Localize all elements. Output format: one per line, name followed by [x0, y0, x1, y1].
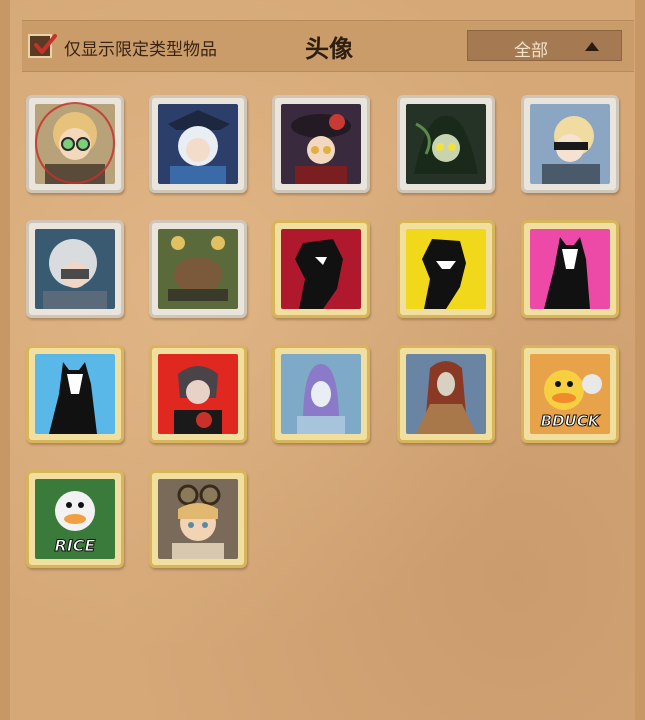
- check-icon: [34, 34, 57, 54]
- avatar-blindfold-glasses-icon: [530, 104, 610, 184]
- avatar-joker-crimson-icon: [281, 229, 361, 309]
- avatar-red-flower-hat-icon: [281, 104, 361, 184]
- category-dropdown[interactable]: 全部: [467, 30, 622, 61]
- header-bar: 仅显示限定类型物品 头像 全部: [22, 20, 634, 72]
- caret-up-icon: [585, 42, 599, 51]
- avatar-tile[interactable]: [149, 470, 247, 568]
- avatar-goggles-girl-icon: [158, 479, 238, 559]
- avatar-white-hair-tricorn-icon: [158, 104, 238, 184]
- avatar-tile[interactable]: RICE: [26, 470, 124, 568]
- limited-filter-label[interactable]: 仅显示限定类型物品: [64, 35, 217, 60]
- avatar-duck-rice-icon: RICE: [35, 479, 115, 559]
- avatar-tile[interactable]: [149, 95, 247, 193]
- selected-ring: [35, 102, 115, 184]
- avatar-white-curls-robot-icon: [35, 229, 115, 309]
- bduck-caption: BDUCK: [541, 412, 601, 430]
- avatar-tile[interactable]: [272, 220, 370, 318]
- left-edge: [0, 0, 10, 720]
- avatar-tile[interactable]: [521, 95, 619, 193]
- avatar-tile[interactable]: [397, 95, 495, 193]
- avatar-tile[interactable]: [26, 220, 124, 318]
- avatar-tile[interactable]: [26, 345, 124, 443]
- right-edge: [635, 0, 645, 720]
- avatar-red-hair-mask-icon: [406, 354, 486, 434]
- avatar-purple-mask-icon: [281, 354, 361, 434]
- avatar-tile[interactable]: [26, 95, 124, 193]
- dropdown-value: 全部: [514, 41, 548, 61]
- avatar-fox-mask-blue-icon: [35, 354, 115, 434]
- avatar-joker-yellow-icon: [406, 229, 486, 309]
- avatar-tile[interactable]: [272, 95, 370, 193]
- page-title: 头像: [305, 35, 353, 63]
- avatar-tile[interactable]: [521, 220, 619, 318]
- avatar-duck-bduck-icon: BDUCK: [530, 354, 610, 434]
- avatar-tile[interactable]: BDUCK: [521, 345, 619, 443]
- avatar-tile[interactable]: [149, 220, 247, 318]
- avatar-tile[interactable]: [397, 345, 495, 443]
- avatar-dark-hair-red-icon: [158, 354, 238, 434]
- avatar-tile[interactable]: [149, 345, 247, 443]
- rice-caption: RICE: [55, 536, 96, 555]
- limited-filter-checkbox[interactable]: [28, 34, 57, 58]
- avatar-green-vines-hair-icon: [406, 104, 486, 184]
- avatar-tile[interactable]: [397, 220, 495, 318]
- avatar-fox-mask-pink-icon: [530, 229, 610, 309]
- avatar-tank-machine-icon: [158, 229, 238, 309]
- avatar-tile[interactable]: [272, 345, 370, 443]
